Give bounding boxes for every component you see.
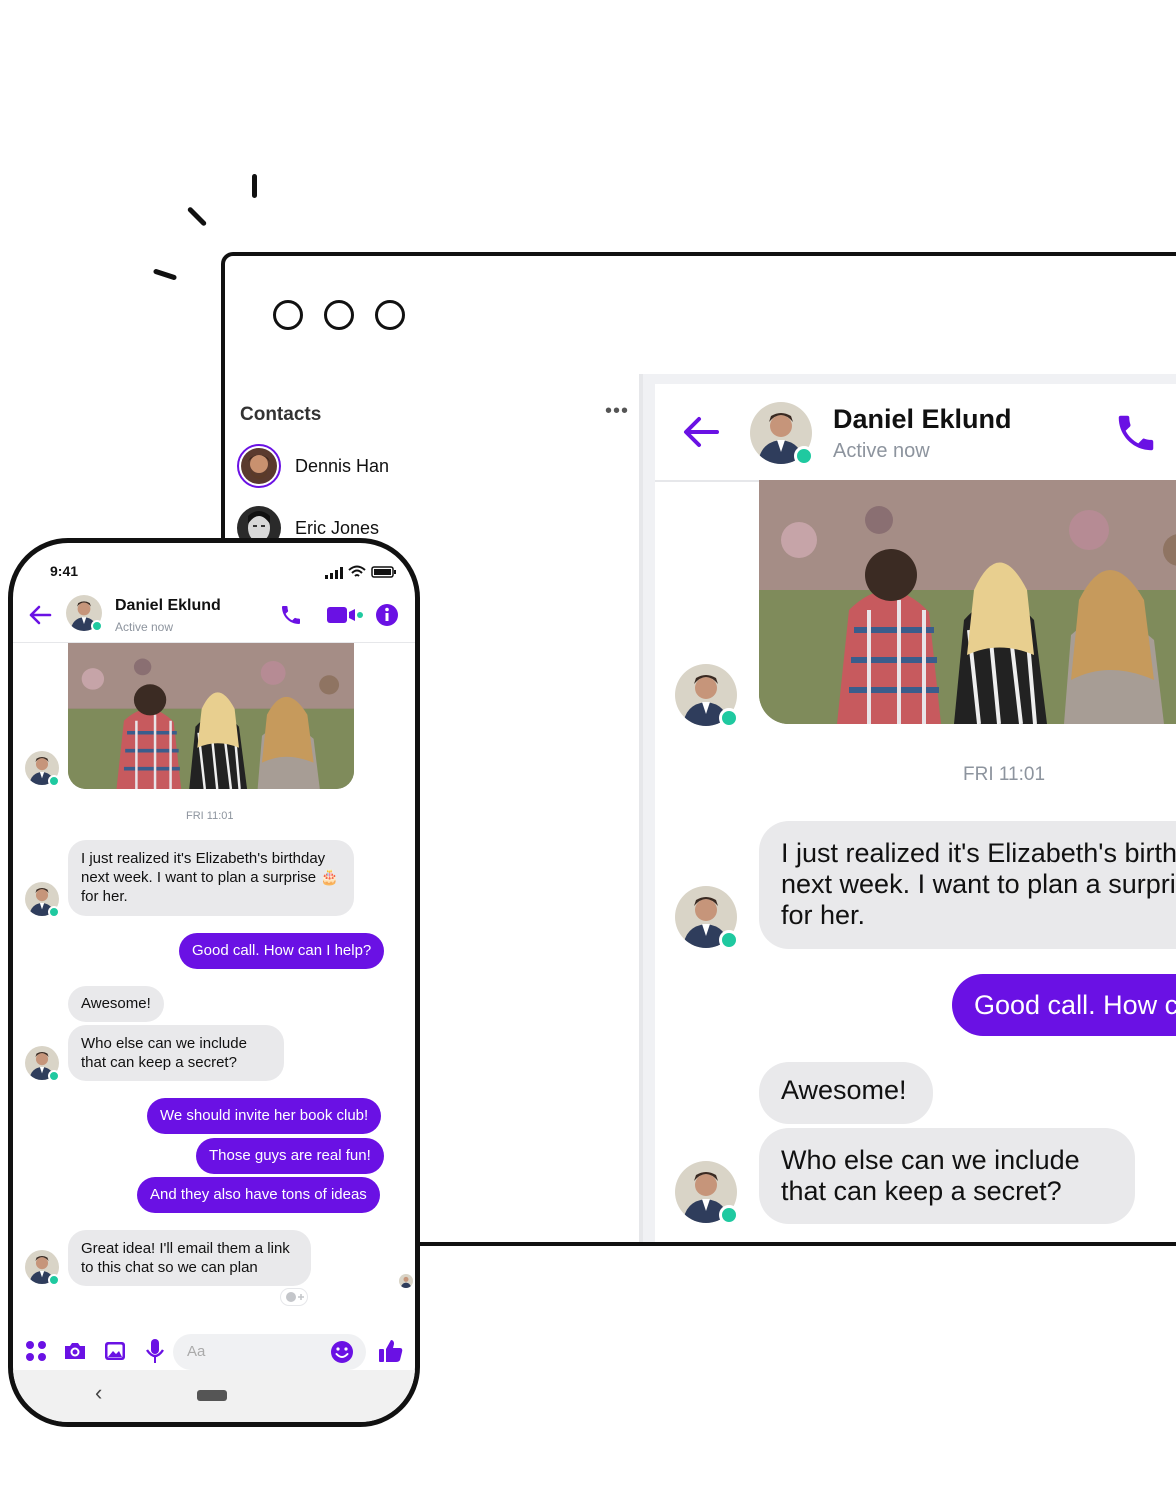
message-incoming[interactable]: Great idea! I'll email them a link to th… <box>68 1230 311 1286</box>
chat-contact-status: Active now <box>115 620 174 634</box>
contact-name: Dennis Han <box>295 456 390 476</box>
chat-pane: Daniel Eklund Active now FRI 11:01 I jus… <box>643 374 1176 1242</box>
phone-frame: 9:41 Daniel Eklund Active now FRI 11:01 … <box>8 538 420 1427</box>
conversation: Daniel Eklund Active now FRI 11:01 I jus… <box>655 384 1176 1242</box>
back-arrow-icon[interactable] <box>681 412 721 452</box>
phone-icon[interactable] <box>279 603 303 627</box>
message-incoming[interactable]: Who else can we include that can keep a … <box>759 1128 1135 1224</box>
status-bar-time: 9:41 <box>50 563 79 579</box>
video-icon[interactable] <box>326 605 364 625</box>
online-indicator <box>48 775 60 787</box>
apps-icon[interactable] <box>25 1340 47 1362</box>
emoji-icon[interactable] <box>330 1340 354 1364</box>
message-incoming[interactable]: Who else can we include that can keep a … <box>68 1025 284 1081</box>
wifi-icon <box>348 565 366 577</box>
contact-name: Eric Jones <box>295 518 380 538</box>
message-input[interactable]: Aa <box>173 1334 366 1370</box>
online-indicator <box>48 906 60 918</box>
message-incoming[interactable]: I just realized it's Elizabeth's birthda… <box>68 840 354 916</box>
online-indicator <box>719 708 739 728</box>
window-control-dot[interactable] <box>273 300 303 330</box>
avatar[interactable] <box>750 402 814 466</box>
back-arrow-icon[interactable] <box>27 602 53 628</box>
online-indicator <box>48 1070 60 1082</box>
more-options-icon[interactable]: ••• <box>605 400 629 423</box>
chat-header: Daniel Eklund Active now <box>655 384 1176 482</box>
sparkle-stroke <box>186 206 208 227</box>
online-indicator <box>48 1274 60 1286</box>
battery-icon <box>371 566 396 578</box>
shared-photo[interactable] <box>68 643 354 789</box>
info-icon[interactable] <box>375 603 399 627</box>
message-composer: Aa <box>13 1326 415 1376</box>
message-outgoing[interactable]: And they also have tons of ideas <box>137 1177 380 1213</box>
message-outgoing[interactable]: Those guys are real fun! <box>196 1138 384 1174</box>
chat-header: Daniel Eklund Active now <box>13 588 415 643</box>
sparkle-stroke <box>152 268 178 281</box>
signal-icon <box>325 567 343 579</box>
online-indicator <box>719 930 739 950</box>
sparkle-stroke <box>252 174 257 198</box>
message-input-placeholder: Aa <box>187 1343 206 1360</box>
window-titlebar <box>225 256 1176 378</box>
message-outgoing[interactable]: Good call. How can I help? <box>179 933 385 969</box>
message-outgoing[interactable]: We should invite her book club! <box>147 1098 382 1134</box>
chat-contact-name: Daniel Eklund <box>115 597 221 614</box>
camera-icon[interactable] <box>63 1339 87 1363</box>
shared-photo[interactable] <box>759 480 1176 724</box>
window-control-dot[interactable] <box>375 300 405 330</box>
window-control-dot[interactable] <box>324 300 354 330</box>
message-incoming[interactable]: Awesome! <box>68 986 164 1022</box>
message-incoming[interactable]: I just realized it's Elizabeth's birthda… <box>759 821 1176 949</box>
message-timestamp: FRI 11:01 <box>963 764 1046 785</box>
contact-item[interactable]: Dennis Han <box>237 444 617 492</box>
message-outgoing[interactable]: Good call. How can I help? <box>952 974 1176 1036</box>
online-indicator <box>794 446 814 466</box>
add-reaction-icon[interactable] <box>280 1288 308 1306</box>
message-incoming[interactable]: Awesome! <box>759 1062 933 1124</box>
system-navigation-bar: ‹ <box>13 1370 415 1422</box>
phone-icon[interactable] <box>1113 410 1159 456</box>
chat-contact-name: Daniel Eklund <box>833 404 1012 434</box>
nav-home-button[interactable] <box>197 1390 227 1401</box>
gallery-icon[interactable] <box>103 1339 127 1363</box>
read-receipt-avatar <box>399 1274 413 1288</box>
nav-back-button[interactable]: ‹ <box>95 1380 102 1406</box>
chat-contact-status: Active now <box>833 440 930 462</box>
avatar <box>237 444 281 488</box>
online-indicator <box>719 1205 739 1225</box>
microphone-icon[interactable] <box>145 1338 165 1364</box>
online-indicator <box>91 620 103 632</box>
contacts-title: Contacts <box>240 404 322 425</box>
message-timestamp: FRI 11:01 <box>186 810 234 822</box>
thumbs-up-icon[interactable] <box>378 1338 404 1364</box>
